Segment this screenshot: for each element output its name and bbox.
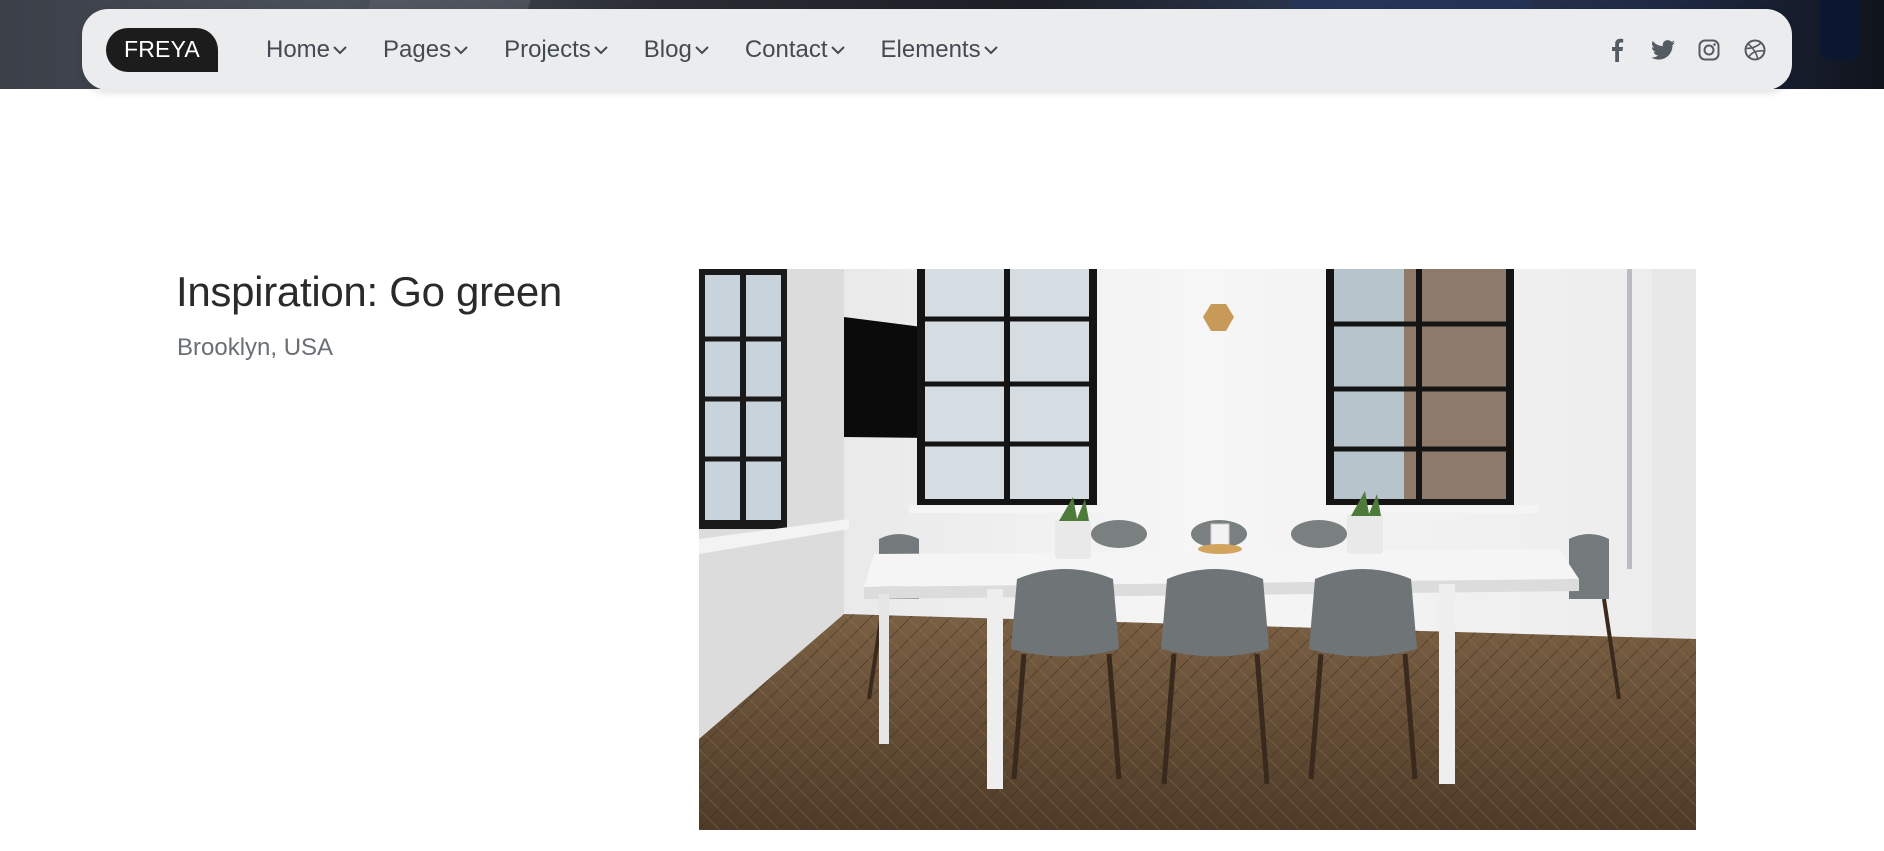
nav-menu: Home Pages Projects Blog Contact Element…	[248, 36, 1016, 64]
nav-item-elements[interactable]: Elements	[881, 36, 998, 64]
logo-text: FREYA	[124, 36, 200, 62]
chevron-down-icon	[594, 43, 608, 57]
nav-item-home[interactable]: Home	[266, 36, 347, 64]
nav-item-label: Home	[265, 35, 331, 63]
meeting-room-illustration	[699, 269, 1696, 830]
chevron-down-icon	[830, 43, 845, 57]
chevron-down-icon	[983, 43, 998, 57]
main-navbar: FREYA Home Pages Projects Blog Contact E…	[82, 9, 1792, 90]
instagram-icon[interactable]	[1696, 37, 1722, 63]
nav-item-label: Projects	[504, 35, 591, 63]
chevron-down-icon	[454, 43, 468, 57]
twitter-icon[interactable]	[1650, 37, 1676, 63]
nav-item-label: Contact	[744, 35, 828, 63]
nav-item-projects[interactable]: Projects	[504, 36, 608, 64]
nav-item-label: Blog	[643, 35, 692, 63]
nav-item-pages[interactable]: Pages	[383, 36, 468, 64]
nav-item-contact[interactable]: Contact	[745, 36, 845, 64]
nav-item-blog[interactable]: Blog	[644, 36, 709, 64]
site-logo[interactable]: FREYA	[106, 27, 218, 72]
project-photo	[699, 269, 1696, 830]
social-links	[1584, 37, 1768, 63]
project-location: Brooklyn, USA	[177, 334, 334, 361]
nav-item-label: Pages	[383, 35, 452, 63]
nav-item-label: Elements	[880, 35, 981, 63]
chevron-down-icon	[333, 43, 347, 57]
facebook-icon[interactable]	[1604, 37, 1630, 63]
chevron-down-icon	[695, 43, 709, 57]
dribbble-icon[interactable]	[1742, 37, 1768, 63]
project-title: Inspiration: Go green	[176, 268, 562, 315]
